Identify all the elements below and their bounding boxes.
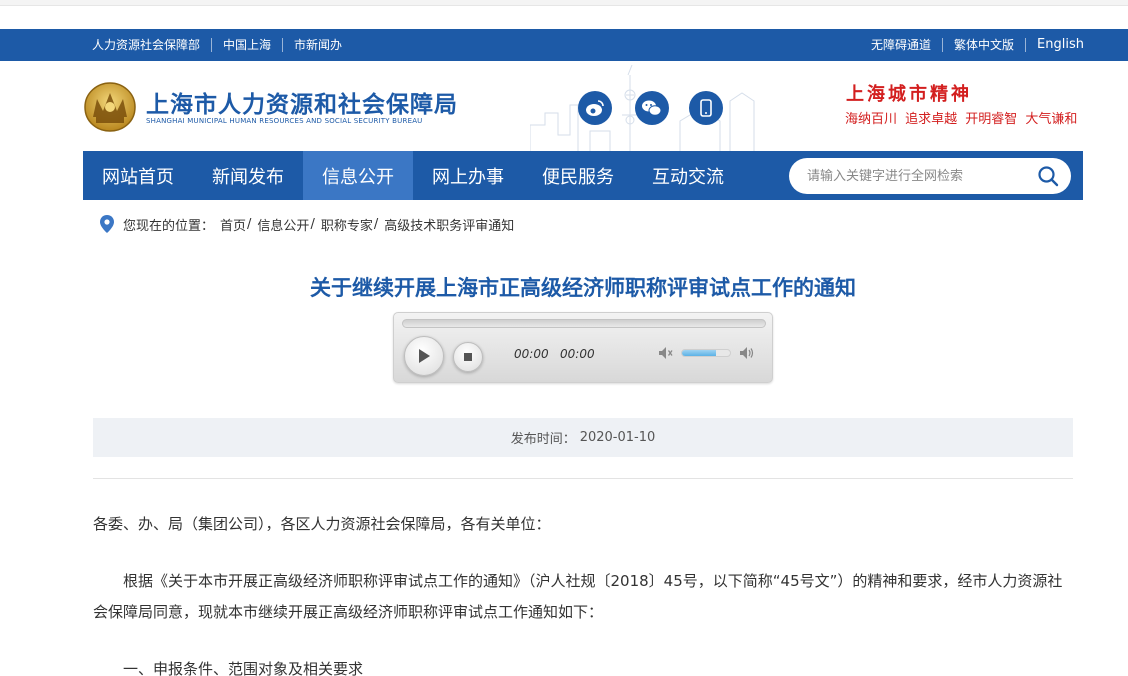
- article-section-heading: 一、申报条件、范围对象及相关要求: [123, 660, 364, 676]
- total-time: 00:00: [560, 347, 595, 361]
- site-header: 上海市人力资源和社会保障局 SHANGHAI MUNICIPAL HUMAN R…: [0, 61, 1128, 151]
- volume-icon[interactable]: [739, 345, 755, 361]
- search-input[interactable]: [807, 166, 1027, 186]
- search-icon[interactable]: [1037, 165, 1059, 187]
- location-pin-icon: [100, 215, 114, 233]
- play-button[interactable]: [404, 336, 444, 376]
- breadcrumb-current[interactable]: 高级技术职务评审通知: [384, 215, 514, 234]
- link-news-office[interactable]: 市新闻办: [283, 38, 342, 52]
- topbar-right-links: 无障碍通道 繁体中文版 English: [860, 29, 1084, 61]
- weibo-icon[interactable]: [578, 91, 612, 125]
- browser-top-strip: [0, 0, 1128, 6]
- search-box: [789, 158, 1071, 194]
- nav-home[interactable]: 网站首页: [83, 151, 193, 200]
- article-paragraph: 根据《关于本市开展正高级经济师职称评审试点工作的通知》（沪人社规〔2018〕45…: [93, 572, 1063, 621]
- city-spirit-words: 海纳百川 追求卓越 开明睿智 大气谦和: [845, 112, 1078, 127]
- link-mohrss[interactable]: 人力资源社会保障部: [92, 38, 213, 52]
- audio-progress-bar[interactable]: [402, 319, 766, 328]
- link-english[interactable]: English: [1026, 38, 1084, 52]
- link-traditional-chinese[interactable]: 繁体中文版: [943, 38, 1027, 52]
- volume-slider[interactable]: [681, 349, 731, 357]
- divider: [93, 478, 1073, 479]
- article-salutation: 各委、办、局（集团公司），各区人力资源社会保障局，各有关单位：: [93, 515, 551, 533]
- mobile-icon[interactable]: [689, 91, 723, 125]
- breadcrumb: 您现在的位置： 首页 / 信息公开 / 职称专家 / 高级技术职务评审通知: [100, 214, 514, 234]
- city-spirit-title: 上海城市精神: [846, 84, 972, 105]
- breadcrumb-home[interactable]: 首页: [220, 215, 246, 234]
- publish-date: 2020-01-10: [579, 430, 656, 445]
- publish-info-bar: 发布时间： 2020-01-10: [93, 418, 1073, 457]
- nav-interaction[interactable]: 互动交流: [633, 151, 743, 200]
- site-subtitle: SHANGHAI MUNICIPAL HUMAN RESOURCES AND S…: [146, 117, 423, 125]
- audio-player: 00:00 00:00: [393, 312, 773, 383]
- topbar-left-links: 人力资源社会保障部 中国上海 市新闻办: [92, 29, 342, 61]
- stop-icon: [464, 353, 472, 361]
- nav-news[interactable]: 新闻发布: [193, 151, 303, 200]
- current-time: 00:00: [514, 347, 549, 361]
- site-title[interactable]: 上海市人力资源和社会保障局: [146, 85, 458, 119]
- article-title: 关于继续开展上海市正高级经济师职称评审试点工作的通知: [310, 276, 856, 300]
- publish-label: 发布时间：: [510, 432, 576, 447]
- nav-online-services[interactable]: 网上办事: [413, 151, 523, 200]
- nav-info-disclosure[interactable]: 信息公开: [303, 151, 413, 200]
- link-accessibility[interactable]: 无障碍通道: [860, 38, 944, 52]
- bureau-emblem-icon[interactable]: [83, 81, 137, 133]
- play-icon: [419, 349, 430, 363]
- nav-citizen-services[interactable]: 便民服务: [523, 151, 633, 200]
- link-china-shanghai[interactable]: 中国上海: [212, 38, 284, 52]
- main-nav: 网站首页 新闻发布 信息公开 网上办事 便民服务 互动交流: [83, 151, 1083, 200]
- stop-button[interactable]: [453, 342, 483, 372]
- volume-level: [682, 350, 716, 356]
- wechat-icon[interactable]: [635, 91, 669, 125]
- mute-icon[interactable]: [658, 345, 674, 361]
- top-utility-bar: 人力资源社会保障部 中国上海 市新闻办 无障碍通道 繁体中文版 English: [0, 29, 1128, 61]
- breadcrumb-title-experts[interactable]: 职称专家: [321, 215, 373, 234]
- breadcrumb-info-disclosure[interactable]: 信息公开: [257, 215, 309, 234]
- breadcrumb-label: 您现在的位置：: [123, 218, 215, 234]
